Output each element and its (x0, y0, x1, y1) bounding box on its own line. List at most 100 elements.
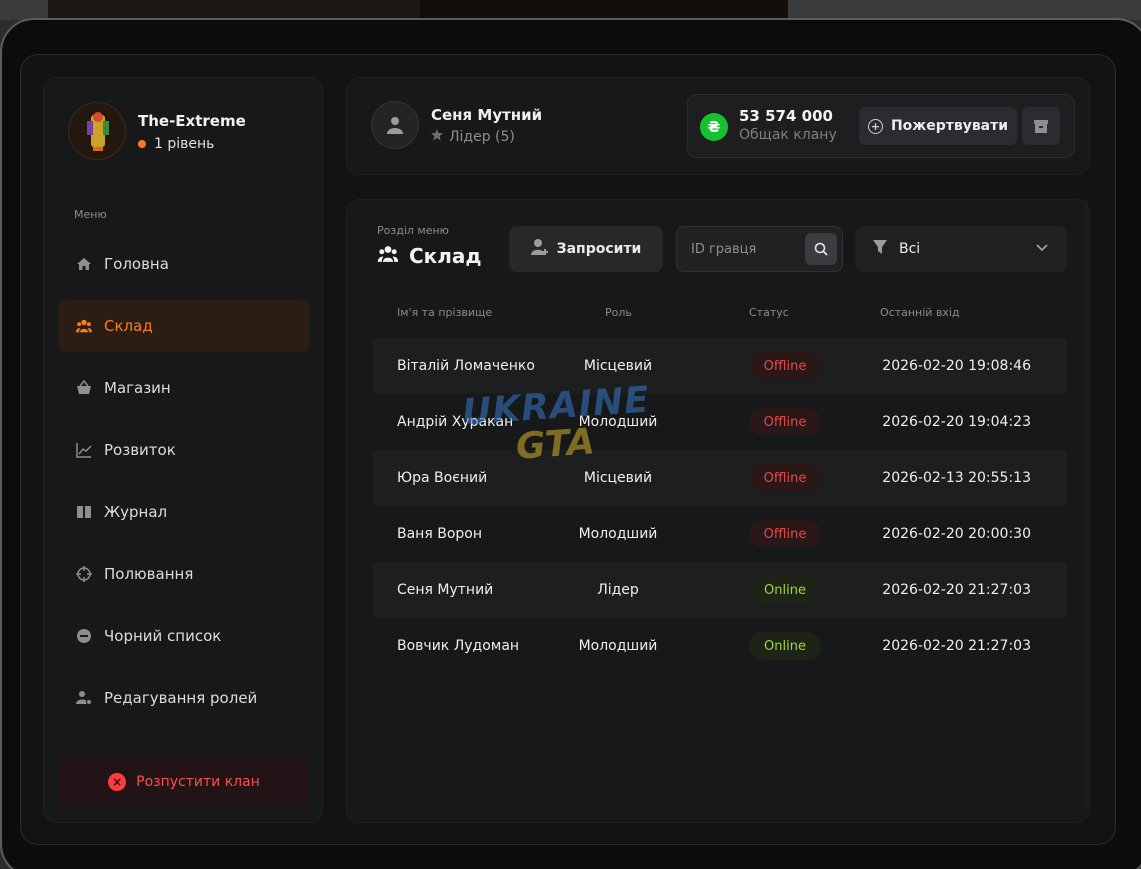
disband-clan-label: Розпустити клан (136, 774, 260, 790)
sidebar-item-shop[interactable]: Магазин (58, 362, 310, 414)
member-role: Молодший (578, 414, 658, 430)
member-role: Місцевий (583, 470, 653, 486)
player-id-search (676, 226, 843, 272)
member-role: Лідер (597, 582, 639, 598)
menu-caption: Меню (74, 208, 107, 221)
background-dark-area-2 (420, 0, 788, 20)
disband-clan-button[interactable]: × Розпустити клан (58, 756, 310, 808)
member-role: Місцевий (583, 358, 653, 374)
clan-logo (68, 102, 126, 160)
member-name: Віталій Ломаченко (397, 357, 535, 374)
home-icon (76, 256, 92, 272)
clan-name: The-Extreme (138, 112, 246, 130)
minus-circle-icon (76, 628, 92, 644)
column-header-role: Роль (605, 306, 632, 319)
sidebar-item-blacklist[interactable]: Чорний список (58, 610, 310, 662)
book-icon (76, 504, 92, 520)
table-row[interactable]: Вовчик Лудоман Молодший Online 2026-02-2… (373, 618, 1067, 674)
archive-button[interactable] (1022, 107, 1060, 145)
page-title-text: Склад (409, 244, 482, 268)
search-button[interactable] (805, 233, 837, 265)
member-name: Сеня Мутний (397, 581, 494, 598)
status-badge: Offline (749, 520, 821, 548)
avatar (371, 101, 419, 149)
sidebar-item-hunting[interactable]: Полювання (58, 548, 310, 600)
member-role: Молодший (578, 526, 658, 542)
last-login: 2026-02-20 19:08:46 (882, 358, 1031, 374)
table-row[interactable]: Сеня Мутний Лідер Online 2026-02-20 21:2… (373, 562, 1067, 618)
status-filter-select[interactable]: Всі (855, 226, 1067, 272)
sidebar-item-label: Редагування ролей (104, 689, 258, 707)
section-caption: Розділ меню (377, 224, 449, 237)
members-table: Віталій Ломаченко Місцевий Offline 2026-… (373, 338, 1067, 674)
page-title: Склад (377, 244, 482, 268)
table-row[interactable]: Віталій Ломаченко Місцевий Offline 2026-… (373, 338, 1067, 394)
table-row[interactable]: Андрій Хуракан Молодший Offline 2026-02-… (373, 394, 1067, 450)
sidebar-item-label: Головна (104, 255, 169, 273)
member-role: Молодший (578, 638, 658, 654)
sidebar-menu: Головна Склад Магазин Розвиток Журнал По… (58, 238, 310, 734)
sidebar-item-roles[interactable]: Редагування ролей (58, 672, 310, 724)
archive-icon (1034, 120, 1048, 133)
sidebar: The-Extreme 1 рівень Меню Головна Склад … (43, 77, 323, 823)
clan-bank: ₴ 53 574 000 Общак клану + Пожертвувати (687, 94, 1075, 158)
table-row[interactable]: Ваня Ворон Молодший Offline 2026-02-20 2… (373, 506, 1067, 562)
last-login: 2026-02-20 19:04:23 (882, 414, 1031, 430)
member-name: Андрій Хуракан (397, 413, 514, 430)
search-icon (814, 242, 828, 256)
invite-label: Запросити (556, 241, 642, 257)
status-badge: Online (749, 632, 821, 660)
invite-button[interactable]: Запросити (509, 226, 663, 272)
user-name: Сеня Мутний (431, 106, 543, 124)
bank-amount: 53 574 000 (739, 107, 833, 125)
star-icon (431, 129, 443, 145)
sidebar-item-members[interactable]: Склад (58, 300, 310, 352)
last-login: 2026-02-20 21:27:03 (882, 638, 1031, 654)
sidebar-item-label: Склад (104, 317, 153, 335)
last-login: 2026-02-13 20:55:13 (882, 470, 1031, 486)
last-login: 2026-02-20 21:27:03 (882, 582, 1031, 598)
member-name: Юра Воєний (397, 469, 488, 486)
sidebar-item-label: Журнал (104, 503, 168, 521)
clan-level-text: 1 рівень (154, 136, 215, 152)
sidebar-item-label: Чорний список (104, 627, 222, 645)
sidebar-item-label: Магазин (104, 379, 171, 397)
donate-button[interactable]: + Пожертвувати (859, 107, 1017, 145)
users-icon (76, 318, 92, 334)
basket-icon (76, 380, 92, 396)
sidebar-item-journal[interactable]: Журнал (58, 486, 310, 538)
clan-level: 1 рівень (138, 136, 214, 152)
bank-label: Общак клану (739, 127, 837, 143)
table-row[interactable]: Юра Воєний Місцевий Offline 2026-02-13 2… (373, 450, 1067, 506)
last-login: 2026-02-20 20:00:30 (882, 526, 1031, 542)
status-badge: Offline (749, 464, 821, 492)
filter-value: Всі (899, 241, 921, 257)
status-badge: Online (749, 576, 821, 604)
scrollbar[interactable] (1084, 200, 1088, 810)
status-badge: Offline (749, 352, 821, 380)
background-strip (0, 0, 1141, 20)
crosshair-icon (76, 566, 92, 582)
user-gear-icon (76, 690, 92, 706)
status-badge: Offline (749, 408, 821, 436)
sidebar-item-label: Розвиток (104, 441, 176, 459)
member-name: Ваня Ворон (397, 525, 482, 542)
search-input[interactable] (677, 227, 805, 271)
user-role-text: Лідер (5) (449, 129, 515, 145)
donate-label: Пожертвувати (890, 118, 1009, 134)
hryvnia-icon: ₴ (700, 113, 728, 141)
chevron-down-icon (1035, 241, 1049, 259)
column-header-name: Ім'я та прізвище (397, 306, 493, 319)
sidebar-item-development[interactable]: Розвиток (58, 424, 310, 476)
add-user-icon (530, 238, 549, 260)
user-role: Лідер (5) (431, 129, 515, 145)
sidebar-item-label: Полювання (104, 565, 194, 583)
filter-icon (873, 239, 887, 259)
user-icon (387, 117, 403, 134)
user-header: Сеня Мутний Лідер (5) ₴ 53 574 000 Общак… (346, 77, 1090, 175)
users-icon (377, 244, 399, 268)
plus-circle-icon: + (867, 118, 883, 134)
level-dot-icon (138, 140, 146, 148)
sidebar-item-home[interactable]: Головна (58, 238, 310, 290)
column-header-status: Статус (749, 306, 789, 319)
